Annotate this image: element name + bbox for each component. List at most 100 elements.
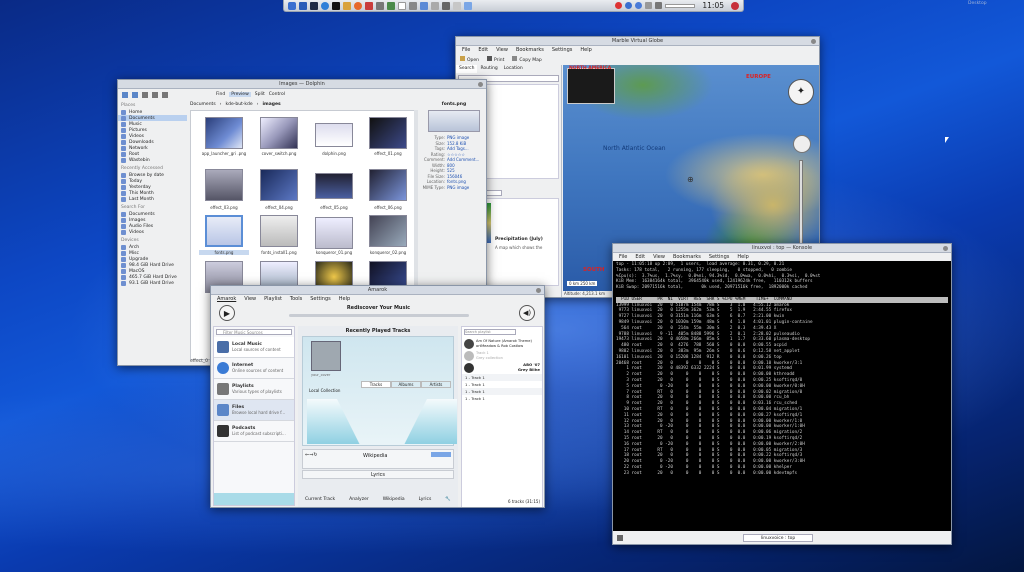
task-icon[interactable] bbox=[398, 1, 406, 10]
open-button[interactable]: Open bbox=[460, 56, 479, 63]
minimap[interactable] bbox=[567, 68, 615, 104]
filter-input[interactable]: Filter Music Sources bbox=[216, 329, 292, 335]
tab-search[interactable]: Search bbox=[456, 65, 478, 73]
firefox-task-icon[interactable] bbox=[354, 1, 362, 10]
playlist-search-input[interactable]: Search playlist bbox=[464, 329, 516, 335]
breadcrumb-documents[interactable]: Documents bbox=[190, 101, 216, 109]
file-thumbnail[interactable] bbox=[369, 169, 407, 201]
dolphin-titlebar[interactable]: Images — Dolphin bbox=[118, 80, 486, 89]
file-name[interactable]: effect_03.png bbox=[199, 205, 249, 210]
marble-task-icon[interactable] bbox=[310, 1, 318, 10]
file-thumbnail[interactable] bbox=[315, 123, 353, 147]
file-thumbnail[interactable] bbox=[205, 169, 243, 201]
terminal-output[interactable]: top - 11:05:18 up 2:09, 1 users, load av… bbox=[613, 261, 951, 531]
track-row[interactable]: 1 - Track 1 bbox=[462, 374, 542, 381]
task-icon[interactable] bbox=[387, 1, 395, 10]
menu-settings[interactable]: Settings bbox=[310, 295, 331, 303]
tray-icon[interactable] bbox=[645, 2, 653, 9]
tab-lyrics[interactable]: Lyrics bbox=[419, 497, 432, 502]
red-notification-icon[interactable] bbox=[615, 2, 623, 9]
konsole-titlebar[interactable]: linuxvoi : top — Konsole bbox=[613, 244, 951, 253]
wrench-icon[interactable]: 🔧 bbox=[445, 497, 451, 502]
album-group[interactable]: ABO '07 Grey Blihe bbox=[462, 362, 542, 374]
dolphin-task-icon[interactable] bbox=[299, 1, 307, 10]
file-name[interactable]: konqueror_01.png bbox=[309, 250, 359, 255]
close-icon[interactable] bbox=[943, 246, 948, 251]
view-details-icon[interactable] bbox=[162, 91, 168, 98]
track-row[interactable]: 1 - Track 1 bbox=[462, 388, 542, 395]
file-name[interactable]: cover_switch.png bbox=[254, 151, 304, 156]
file-thumbnail[interactable] bbox=[205, 117, 243, 149]
file-thumbnail[interactable] bbox=[260, 215, 298, 247]
print-button[interactable]: Print bbox=[487, 56, 504, 63]
track-row[interactable]: 1 - Track 1 bbox=[462, 395, 542, 402]
device-item[interactable]: 93.1 GiB Hard Drive bbox=[118, 280, 187, 286]
breadcrumb-kde[interactable]: kde-but-kde bbox=[225, 101, 252, 109]
volume-button[interactable]: ◀) bbox=[519, 305, 535, 321]
back-icon[interactable]: ⇐⇒↻ bbox=[305, 452, 318, 458]
file-thumbnail[interactable] bbox=[369, 215, 407, 247]
volume-bar[interactable] bbox=[665, 3, 696, 8]
menu-file[interactable]: File bbox=[619, 253, 627, 261]
back-icon[interactable] bbox=[122, 91, 128, 98]
konsole-task-icon[interactable] bbox=[332, 1, 340, 10]
close-icon[interactable] bbox=[811, 39, 816, 44]
compass-icon[interactable]: ✦ bbox=[788, 79, 814, 105]
new-tab-icon[interactable] bbox=[617, 535, 623, 541]
wikipedia-tool-icons[interactable] bbox=[431, 452, 451, 457]
tab-tracks[interactable]: Tracks bbox=[361, 381, 391, 388]
menu-edit[interactable]: Edit bbox=[635, 253, 645, 261]
zoom-slider[interactable] bbox=[799, 160, 803, 245]
menu-bookmarks[interactable]: Bookmarks bbox=[516, 46, 544, 54]
file-thumbnail[interactable] bbox=[315, 217, 353, 249]
file-thumbnail[interactable] bbox=[315, 173, 353, 199]
tab-albums[interactable]: Albums bbox=[391, 381, 421, 388]
task-icon[interactable] bbox=[464, 1, 472, 10]
menu-bookmarks[interactable]: Bookmarks bbox=[673, 253, 701, 261]
track-row[interactable]: 1 - Track 1 bbox=[462, 381, 542, 388]
menu-help[interactable]: Help bbox=[580, 46, 591, 54]
close-icon[interactable] bbox=[536, 288, 541, 293]
task-icon[interactable] bbox=[420, 1, 428, 10]
bluetooth-icon[interactable] bbox=[635, 2, 643, 9]
file-name[interactable]: fonts.png bbox=[199, 250, 249, 255]
tab-location[interactable]: Location bbox=[501, 65, 526, 73]
power-icon[interactable] bbox=[731, 1, 739, 10]
tab-artists[interactable]: Artists bbox=[421, 381, 451, 388]
menu-help[interactable]: Help bbox=[339, 295, 350, 303]
source-playlists[interactable]: Playlists Various types of playlists bbox=[214, 379, 294, 400]
file-thumbnail[interactable] bbox=[369, 117, 407, 149]
info-value[interactable]: PNG image bbox=[447, 185, 469, 191]
menu-playlist[interactable]: Playlist bbox=[264, 295, 282, 303]
source-podcasts[interactable]: Podcasts List of podcast subscripti... bbox=[214, 421, 294, 442]
device-item[interactable]: 465.7 GiB Hard Drive bbox=[118, 274, 187, 280]
menu-help[interactable]: Help bbox=[737, 253, 748, 261]
clock[interactable]: 11:05 bbox=[698, 1, 728, 10]
file-name[interactable]: dolphin.png bbox=[309, 151, 359, 156]
task-icon[interactable] bbox=[453, 1, 461, 10]
close-icon[interactable] bbox=[478, 82, 483, 87]
source-files[interactable]: Files Browse local hard drive f... bbox=[214, 400, 294, 421]
source-internet[interactable]: Internet Online sources of content bbox=[214, 358, 294, 379]
file-name[interactable]: effect_06.png bbox=[363, 205, 413, 210]
files-task-icon[interactable] bbox=[376, 1, 384, 10]
marble-titlebar[interactable]: Marble Virtual Globe bbox=[456, 37, 819, 46]
menu-tools[interactable]: Tools bbox=[290, 295, 302, 303]
play-button[interactable]: ▶ bbox=[219, 305, 235, 321]
album-group[interactable]: Am Of Nature (Amarok Theme) ortMeadow & R… bbox=[462, 338, 542, 350]
menu-view[interactable]: View bbox=[244, 295, 256, 303]
amarok-titlebar[interactable]: Amarok bbox=[211, 286, 544, 295]
settings-task-icon[interactable] bbox=[365, 1, 373, 10]
progress-slider[interactable] bbox=[289, 314, 469, 317]
view-compact-icon[interactable] bbox=[152, 91, 158, 98]
tab-current-track[interactable]: Current Track bbox=[305, 497, 335, 502]
preview-button[interactable]: Preview bbox=[229, 92, 251, 97]
kmail-task-icon[interactable] bbox=[343, 1, 351, 10]
terminal-tab[interactable]: linuxvoice : top bbox=[743, 534, 813, 542]
file-name[interactable]: konqueror_02.png bbox=[363, 250, 413, 255]
file-name[interactable]: effect_05.png bbox=[309, 205, 359, 210]
menu-view[interactable]: View bbox=[496, 46, 508, 54]
view-icons-icon[interactable] bbox=[142, 91, 148, 98]
task-icon[interactable] bbox=[431, 1, 439, 10]
copy-map-button[interactable]: Copy Map bbox=[512, 56, 542, 63]
